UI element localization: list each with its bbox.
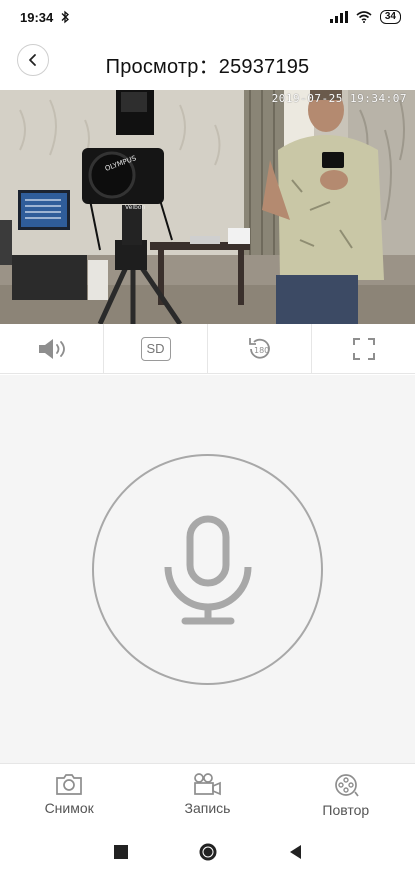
- speaker-icon: [38, 338, 65, 359]
- video-camera-icon: [194, 773, 222, 796]
- video-frame-image: OLYMPUS Velbon: [0, 90, 415, 324]
- status-bar: 19:34 34: [0, 0, 415, 34]
- snapshot-label: Снимок: [44, 800, 94, 816]
- talk-panel: [0, 375, 415, 763]
- quality-label: SD: [140, 336, 171, 361]
- bluetooth-icon: [61, 10, 70, 24]
- back-nav-icon[interactable]: [288, 844, 302, 860]
- snapshot-button[interactable]: Снимок: [0, 764, 138, 827]
- talk-button[interactable]: [92, 454, 323, 685]
- svg-text:Velbon: Velbon: [125, 204, 145, 211]
- wifi-icon: [356, 11, 372, 23]
- playback-label: Повтор: [322, 802, 370, 818]
- playback-reel-icon: [334, 774, 359, 797]
- video-controls: SD 180: [0, 324, 415, 374]
- record-button[interactable]: Запись: [138, 764, 276, 827]
- record-label: Запись: [184, 800, 231, 816]
- fullscreen-icon: [352, 337, 375, 360]
- playback-button[interactable]: Повтор: [277, 764, 415, 827]
- video-timestamp: 2019-07-25 19:34:07: [271, 92, 407, 105]
- signal-icon: [329, 11, 348, 23]
- page-title: Просмотр：25937195: [105, 56, 310, 78]
- bottom-action-bar: Снимок Запись Повтор: [0, 763, 415, 827]
- camera-video-feed[interactable]: OLYMPUS Velbon 2019-07-25 19:34:07: [0, 90, 415, 324]
- status-time: 19:34: [20, 9, 54, 25]
- camera-icon: [56, 774, 83, 795]
- battery-icon: 34: [379, 10, 401, 24]
- microphone-icon: [164, 515, 251, 624]
- rotate-button[interactable]: 180: [208, 324, 312, 373]
- home-icon[interactable]: [198, 842, 218, 862]
- app-header: Просмотр：25937195: [0, 34, 415, 90]
- fullscreen-button[interactable]: [312, 324, 415, 373]
- system-nav-bar: [0, 827, 415, 876]
- rotate-180-icon: 180: [248, 337, 270, 359]
- sound-button[interactable]: [0, 324, 104, 373]
- svg-text:180: 180: [254, 346, 269, 355]
- recents-icon[interactable]: [113, 844, 128, 859]
- quality-button[interactable]: SD: [104, 324, 208, 373]
